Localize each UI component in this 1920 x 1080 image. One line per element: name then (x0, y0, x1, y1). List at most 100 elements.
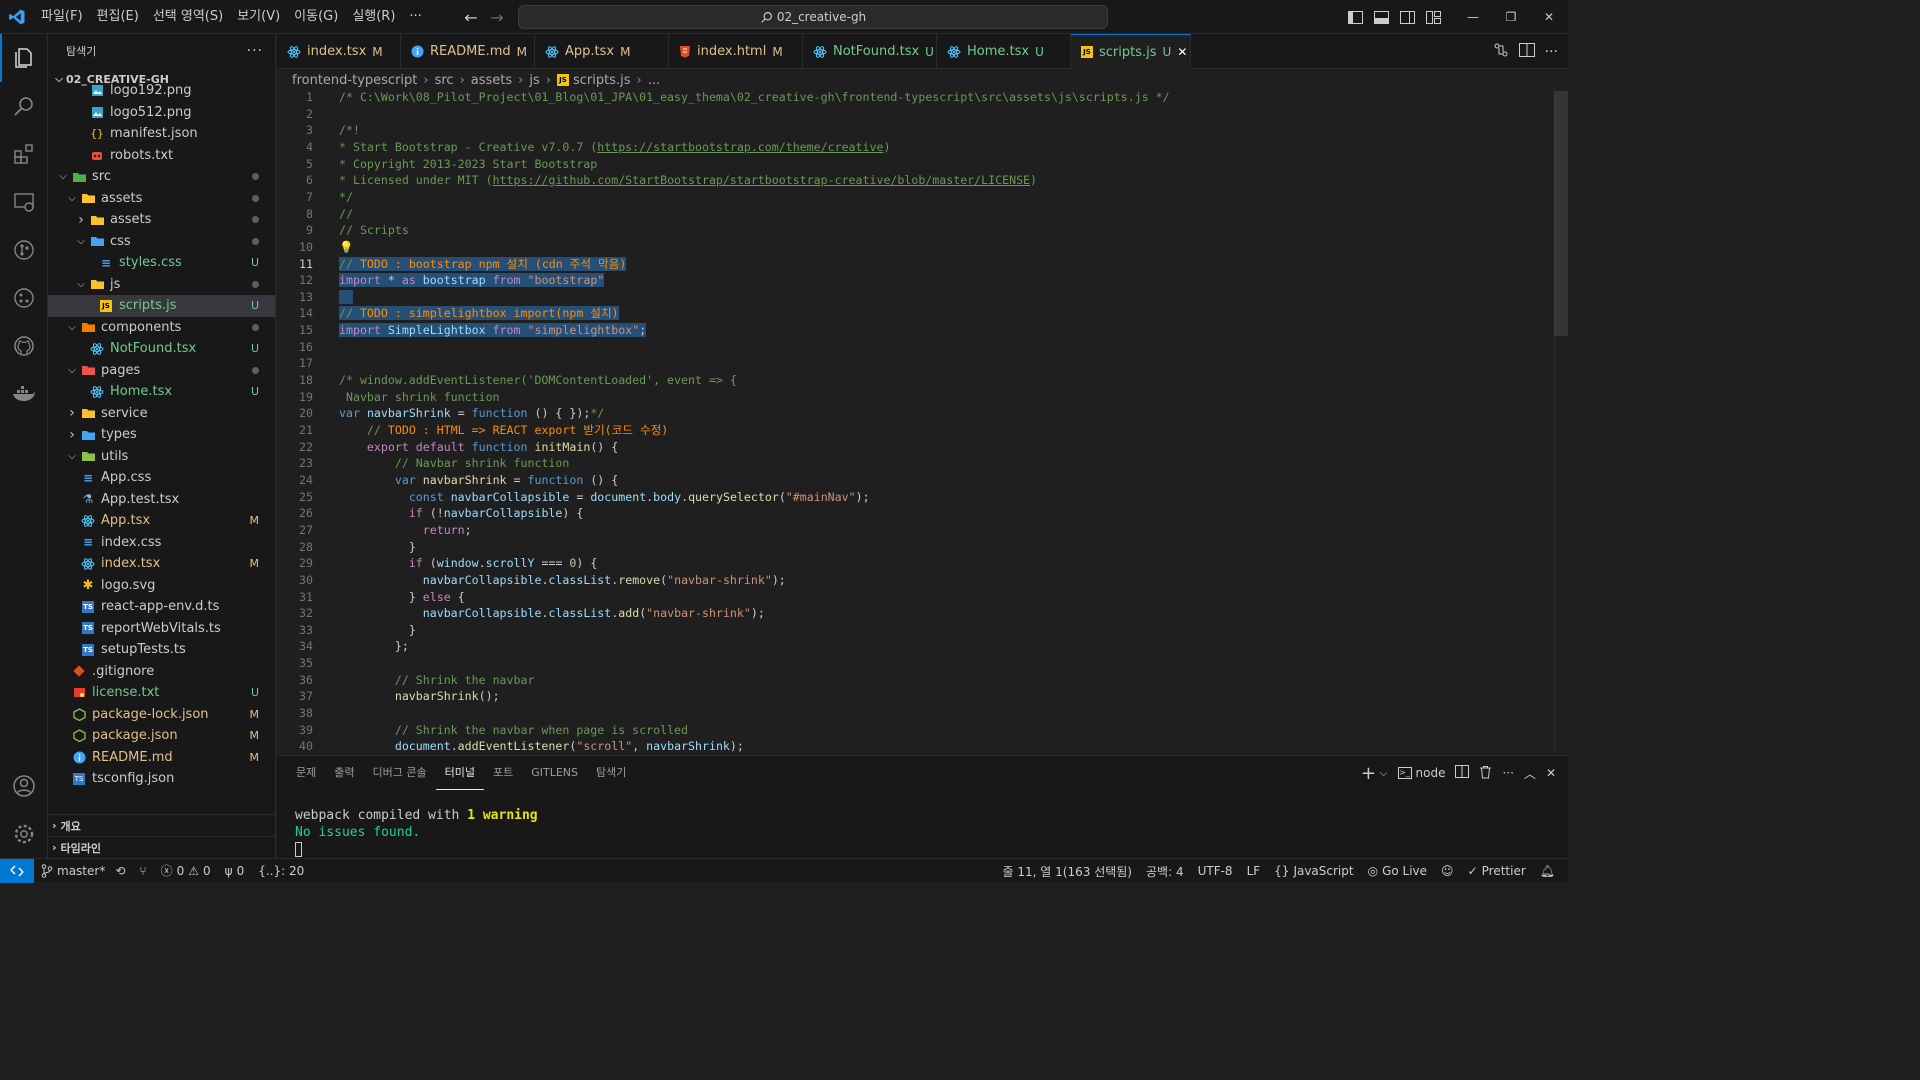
toggle-panel-icon[interactable] (1368, 0, 1394, 34)
editor-tab[interactable]: index.tsx M (277, 34, 401, 69)
menu-item[interactable]: 이동(G) (287, 0, 345, 34)
breadcrumb-item[interactable]: frontend-typescript (292, 73, 417, 88)
panel-tab[interactable]: 터미널 (435, 756, 484, 790)
notifications[interactable]: 🔔︎ (1533, 864, 1562, 878)
gitlens-status[interactable]: ⑂ (132, 864, 153, 878)
breadcrumb-item[interactable]: ... (648, 73, 660, 88)
tree-file[interactable]: license.txt U (48, 682, 275, 704)
editor-tab[interactable]: index.html M (669, 34, 803, 69)
back-arrow-icon[interactable]: ← (458, 8, 484, 27)
tree-file[interactable]: index.tsx M (48, 553, 275, 575)
scrollbar-thumb[interactable] (1554, 91, 1568, 336)
menu-item[interactable]: 선택 영역(S) (146, 0, 230, 34)
gitlens-icon[interactable] (0, 274, 48, 322)
panel-tab[interactable]: 포트 (484, 756, 522, 790)
tree-file[interactable]: package.json M (48, 725, 275, 747)
menu-item[interactable]: 보기(V) (230, 0, 287, 34)
tree-folder[interactable]: ⌵ utils (48, 446, 275, 468)
indent-info[interactable]: {..}: 20 (251, 864, 311, 878)
tree-folder[interactable]: ⌵ js (48, 274, 275, 296)
prettier-status[interactable]: ✓ Prettier (1461, 864, 1533, 878)
breadcrumb-item[interactable]: assets (471, 73, 512, 88)
explorer-icon[interactable] (0, 34, 48, 82)
tree-file[interactable]: TS reportWebVitals.ts (48, 618, 275, 640)
breadcrumb-item[interactable]: src (435, 73, 454, 88)
tree-file[interactable]: ✱ logo.svg (48, 575, 275, 597)
split-editor-icon[interactable] (1518, 42, 1535, 61)
more-actions-icon[interactable]: ··· (1502, 766, 1513, 780)
tree-folder[interactable]: › assets (48, 209, 275, 231)
toggle-primary-sidebar-icon[interactable] (1342, 0, 1368, 34)
minimize-icon[interactable]: — (1454, 0, 1492, 34)
tree-file[interactable]: TS setupTests.ts (48, 639, 275, 661)
problems-status[interactable]: ⓧ 0 ⚠ 0 (154, 862, 218, 879)
extensions-icon[interactable] (0, 130, 48, 178)
tree-file[interactable]: logo512.png (48, 102, 275, 124)
trash-icon[interactable] (1479, 765, 1492, 782)
tree-folder[interactable]: ⌵ components (48, 317, 275, 339)
tree-file[interactable]: .gitignore (48, 661, 275, 683)
breadcrumb-item[interactable]: js (529, 73, 539, 88)
more-actions-icon[interactable]: ··· (247, 43, 263, 59)
chevron-down-icon[interactable]: ⌵ (1380, 768, 1388, 779)
accounts-icon[interactable] (0, 762, 48, 810)
source-control-icon[interactable] (0, 226, 48, 274)
panel-tab[interactable]: 출력 (325, 756, 363, 790)
menu-item[interactable]: ··· (402, 0, 428, 34)
editor-tab[interactable]: Home.tsx U (937, 34, 1071, 69)
compare-changes-icon[interactable] (1493, 42, 1509, 62)
tree-file[interactable]: package-lock.json M (48, 704, 275, 726)
close-window-icon[interactable]: ✕ (1530, 0, 1568, 34)
tree-file[interactable]: JS scripts.js U (48, 295, 275, 317)
maximize-panel-icon[interactable]: ︿ (1524, 765, 1536, 782)
breadcrumb-file[interactable]: JS scripts.js (556, 73, 630, 88)
close-tab-icon[interactable]: ✕ (1177, 45, 1187, 59)
search-icon[interactable] (0, 82, 48, 130)
forward-arrow-icon[interactable]: → (484, 8, 510, 27)
go-live[interactable]: ◎ Go Live (1361, 864, 1434, 878)
tree-folder[interactable]: › types (48, 424, 275, 446)
tree-file[interactable]: ≡ styles.css U (48, 252, 275, 274)
editor-scrollbar[interactable] (1554, 89, 1568, 755)
encoding[interactable]: UTF-8 (1191, 864, 1240, 878)
tree-file[interactable]: ⚗ App.test.tsx (48, 489, 275, 511)
editor-tab[interactable]: NotFound.tsx U (803, 34, 937, 69)
remote-indicator-icon[interactable] (0, 858, 34, 883)
tree-file[interactable]: TS react-app-env.d.ts (48, 596, 275, 618)
tree-file[interactable]: App.tsx M (48, 510, 275, 532)
editor-tab[interactable]: README.md M (401, 34, 535, 69)
git-branch[interactable]: master* ⟲ (34, 864, 132, 878)
remote-explorer-icon[interactable] (0, 178, 48, 226)
split-terminal-icon[interactable] (1455, 765, 1470, 781)
terminal-output[interactable]: webpack compiled with 1 warning No issue… (295, 807, 538, 858)
command-center-search[interactable]: 02_creative-gh (518, 5, 1108, 29)
docker-icon[interactable] (0, 370, 48, 418)
panel-tab[interactable]: 문제 (287, 756, 325, 790)
code-editor[interactable]: 1 /* C:\Work\08_Pilot_Project\01_Blog\01_… (277, 89, 1568, 755)
cursor-position[interactable]: 줄 11, 열 1(163 선택됨) (996, 863, 1139, 880)
toggle-secondary-sidebar-icon[interactable] (1394, 0, 1420, 34)
github-icon[interactable] (0, 322, 48, 370)
panel-tab[interactable]: 탐색기 (587, 756, 635, 790)
menu-item[interactable]: 파일(F) (34, 0, 90, 34)
tree-folder[interactable]: ⌵ assets (48, 188, 275, 210)
panel-tab[interactable]: GITLENS (522, 756, 587, 790)
settings-gear-icon[interactable] (0, 810, 48, 858)
editor-tab[interactable]: App.tsx M (535, 34, 669, 69)
tree-file[interactable]: TS tsconfig.json (48, 768, 275, 790)
tree-file[interactable]: NotFound.tsx U (48, 338, 275, 360)
indentation[interactable]: 공백: 4 (1139, 863, 1191, 880)
tree-file[interactable]: logo192.png (48, 80, 275, 102)
tree-file[interactable]: ≡ index.css (48, 532, 275, 554)
ports-status[interactable]: ψ0 (218, 864, 252, 878)
menu-item[interactable]: 편집(E) (90, 0, 146, 34)
outline-section[interactable]: › 개요 (48, 814, 275, 836)
timeline-section[interactable]: › 타임라인 (48, 836, 275, 858)
tree-file[interactable]: robots.txt (48, 145, 275, 167)
new-terminal-icon[interactable]: + (1361, 763, 1376, 784)
restore-icon[interactable]: ❐ (1492, 0, 1530, 34)
panel-tab[interactable]: 디버그 콘솔 (364, 756, 436, 790)
customize-layout-icon[interactable] (1420, 0, 1446, 34)
tree-file[interactable]: README.md M (48, 747, 275, 769)
tree-folder[interactable]: ⌵ css (48, 231, 275, 253)
